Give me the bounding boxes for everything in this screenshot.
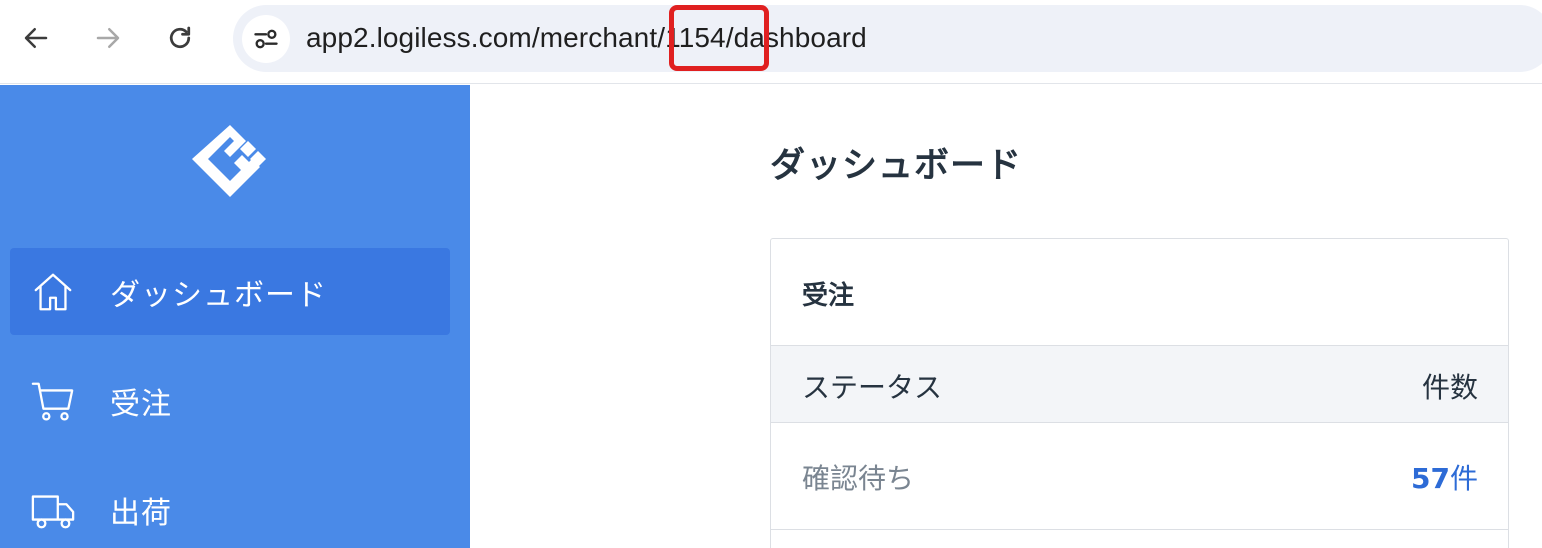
forward-button[interactable] xyxy=(88,18,128,58)
table-header: ステータス 件数 xyxy=(771,346,1508,423)
column-header-status: ステータス xyxy=(802,371,943,404)
address-bar[interactable]: app2.logiless.com/merchant/1154/dashboar… xyxy=(233,5,1542,72)
reload-button[interactable] xyxy=(160,18,200,58)
tune-icon xyxy=(254,29,278,49)
card-title: 受注 xyxy=(802,281,855,311)
table-row: 確認待ち 57件 xyxy=(771,423,1508,530)
sidebar-item-dashboard[interactable]: ダッシュボード xyxy=(10,248,450,335)
url-suffix: dashboard xyxy=(733,22,867,53)
sidebar-item-label: 出荷 xyxy=(110,495,172,531)
main-content: ダッシュボード 受注 ステータス 件数 確認待ち 57件 xyxy=(470,85,1542,548)
column-header-count: 件数 xyxy=(1421,371,1478,404)
truck-icon xyxy=(30,487,76,533)
arrow-left-icon xyxy=(24,28,48,48)
sidebar: ダッシュボード 受注 出荷 xyxy=(0,85,470,548)
row-count-unit: 件 xyxy=(1449,462,1478,495)
url-highlight: /1154/ xyxy=(657,22,734,53)
sidebar-item-label: ダッシュボード xyxy=(110,277,327,313)
browser-toolbar: app2.logiless.com/merchant/1154/dashboar… xyxy=(0,0,1542,84)
home-icon xyxy=(30,269,76,315)
row-count-link[interactable]: 57件 xyxy=(1411,457,1478,497)
logiless-logo xyxy=(192,125,266,197)
card-header: 受注 xyxy=(771,239,1508,346)
reload-icon xyxy=(169,26,191,49)
orders-card: 受注 ステータス 件数 確認待ち 57件 xyxy=(770,238,1509,548)
site-info-button[interactable] xyxy=(242,15,290,63)
sidebar-item-shipping[interactable]: 出荷 xyxy=(10,466,450,548)
page-title: ダッシュボード xyxy=(770,146,1023,186)
sidebar-item-label: 受注 xyxy=(110,386,172,422)
url-prefix: app2.logiless.com/merchant xyxy=(306,22,658,53)
url-text[interactable]: app2.logiless.com/merchant/1154/dashboar… xyxy=(306,21,867,55)
cart-icon xyxy=(30,378,76,424)
sidebar-item-orders[interactable]: 受注 xyxy=(10,357,450,444)
back-button[interactable] xyxy=(16,18,56,58)
row-count-number: 57 xyxy=(1411,462,1450,495)
row-status: 確認待ち xyxy=(802,462,915,495)
arrow-right-icon xyxy=(96,28,120,48)
